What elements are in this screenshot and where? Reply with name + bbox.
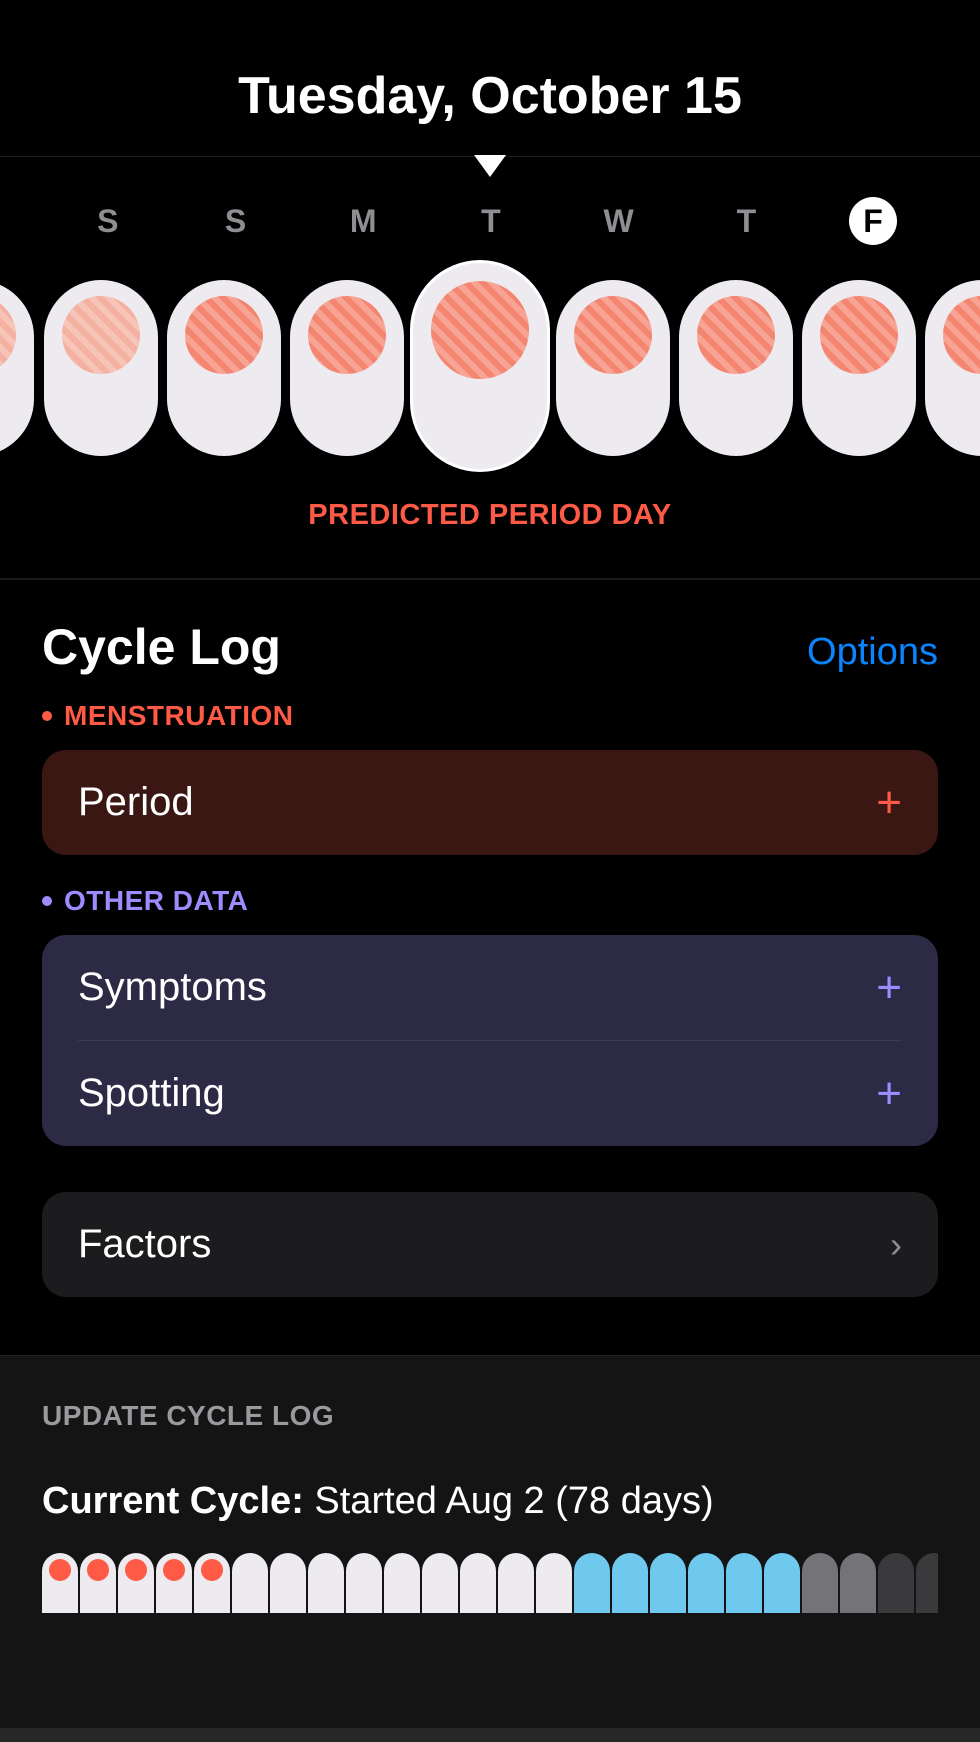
current-cycle-desc: Started Aug 2 (78 days) bbox=[314, 1480, 713, 1522]
period-row[interactable]: Period + bbox=[42, 750, 938, 855]
symptoms-row[interactable]: Symptoms + bbox=[42, 935, 938, 1040]
date-title: Tuesday, October 15 bbox=[0, 0, 980, 156]
timeline-day bbox=[878, 1553, 914, 1613]
period-dot-icon bbox=[163, 1559, 185, 1581]
timeline-day bbox=[270, 1553, 306, 1613]
timeline-day bbox=[916, 1553, 938, 1613]
day-pill-selected[interactable] bbox=[413, 263, 547, 469]
update-cycle-log-heading: UPDATE CYCLE LOG bbox=[42, 1400, 938, 1432]
timeline-day-fertile bbox=[612, 1553, 648, 1613]
timeline-day bbox=[42, 1553, 78, 1613]
section-divider bbox=[0, 578, 980, 580]
period-dot-icon bbox=[820, 296, 898, 374]
timeline-day bbox=[156, 1553, 192, 1613]
weekday-label-sat[interactable]: S bbox=[211, 203, 261, 240]
period-dot-icon bbox=[431, 281, 529, 379]
menstruation-header-label: MENSTRUATION bbox=[64, 700, 293, 732]
period-dot-icon bbox=[49, 1559, 71, 1581]
timeline-day-fertile bbox=[574, 1553, 610, 1613]
add-spotting-icon[interactable]: + bbox=[876, 1072, 902, 1116]
day-pill[interactable] bbox=[556, 280, 670, 456]
cycle-log-section: Cycle Log Options MENSTRUATION Period + … bbox=[0, 618, 980, 1297]
selected-day-indicator-icon bbox=[474, 155, 506, 177]
factors-label: Factors bbox=[78, 1222, 211, 1267]
bullet-icon bbox=[42, 896, 52, 906]
day-pills-row[interactable] bbox=[0, 263, 980, 473]
options-button[interactable]: Options bbox=[807, 631, 938, 674]
day-pill[interactable] bbox=[0, 280, 34, 456]
timeline-day bbox=[308, 1553, 344, 1613]
timeline-day-fertile bbox=[650, 1553, 686, 1613]
weekday-label-tue[interactable]: T bbox=[466, 203, 516, 240]
day-pill[interactable] bbox=[167, 280, 281, 456]
timeline-day-fertile bbox=[726, 1553, 762, 1613]
chevron-right-icon: › bbox=[890, 1224, 902, 1266]
timeline-day bbox=[232, 1553, 268, 1613]
period-dot-icon bbox=[125, 1559, 147, 1581]
timeline-day bbox=[194, 1553, 230, 1613]
factors-row[interactable]: Factors › bbox=[42, 1192, 938, 1297]
day-pill[interactable] bbox=[290, 280, 404, 456]
other-data-header-label: OTHER DATA bbox=[64, 885, 248, 917]
day-pill[interactable] bbox=[44, 280, 158, 456]
timeline-day bbox=[384, 1553, 420, 1613]
timeline-day bbox=[346, 1553, 382, 1613]
timeline-day-fertile bbox=[688, 1553, 724, 1613]
timeline-day bbox=[840, 1553, 876, 1613]
timeline-day bbox=[118, 1553, 154, 1613]
predicted-period-label: PREDICTED PERIOD DAY bbox=[0, 499, 980, 532]
weekday-label-sun[interactable]: S bbox=[83, 203, 133, 240]
update-cycle-log-section: UPDATE CYCLE LOG Current Cycle: Started … bbox=[0, 1355, 980, 1742]
weekday-label-fri-today[interactable]: F bbox=[849, 197, 897, 245]
add-symptoms-icon[interactable]: + bbox=[876, 966, 902, 1010]
day-pill[interactable] bbox=[802, 280, 916, 456]
period-dot-icon bbox=[87, 1559, 109, 1581]
current-cycle-text: Current Cycle: Started Aug 2 (78 days) bbox=[42, 1480, 938, 1523]
spotting-label: Spotting bbox=[78, 1071, 225, 1116]
period-dot-icon bbox=[0, 296, 16, 374]
timeline-day bbox=[422, 1553, 458, 1613]
weekday-label-mon[interactable]: M bbox=[338, 203, 388, 240]
period-dot-icon bbox=[943, 296, 980, 374]
symptoms-label: Symptoms bbox=[78, 965, 267, 1010]
current-cycle-prefix: Current Cycle: bbox=[42, 1480, 304, 1522]
add-period-icon[interactable]: + bbox=[876, 781, 902, 825]
bottom-bar bbox=[0, 1728, 980, 1742]
spotting-row[interactable]: Spotting + bbox=[42, 1041, 938, 1146]
timeline-day bbox=[498, 1553, 534, 1613]
period-dot-icon bbox=[62, 296, 140, 374]
cycle-log-title: Cycle Log bbox=[42, 618, 281, 676]
period-label: Period bbox=[78, 780, 194, 825]
timeline-day bbox=[536, 1553, 572, 1613]
timeline-day bbox=[802, 1553, 838, 1613]
timeline-day-fertile bbox=[764, 1553, 800, 1613]
period-dot-icon bbox=[574, 296, 652, 374]
timeline-day bbox=[80, 1553, 116, 1613]
weekday-label-thu[interactable]: T bbox=[721, 203, 771, 240]
period-dot-icon bbox=[185, 296, 263, 374]
other-data-header: OTHER DATA bbox=[42, 885, 938, 917]
period-dot-icon bbox=[308, 296, 386, 374]
day-pill[interactable] bbox=[925, 280, 980, 456]
menstruation-header: MENSTRUATION bbox=[42, 700, 938, 732]
cycle-timeline[interactable] bbox=[42, 1553, 938, 1613]
timeline-day bbox=[460, 1553, 496, 1613]
weekday-label-wed[interactable]: W bbox=[594, 203, 644, 240]
other-data-group: Symptoms + Spotting + bbox=[42, 935, 938, 1146]
weekday-row: S S M T W T F bbox=[0, 191, 980, 251]
day-pill[interactable] bbox=[679, 280, 793, 456]
bullet-icon bbox=[42, 711, 52, 721]
period-dot-icon bbox=[201, 1559, 223, 1581]
period-dot-icon bbox=[697, 296, 775, 374]
